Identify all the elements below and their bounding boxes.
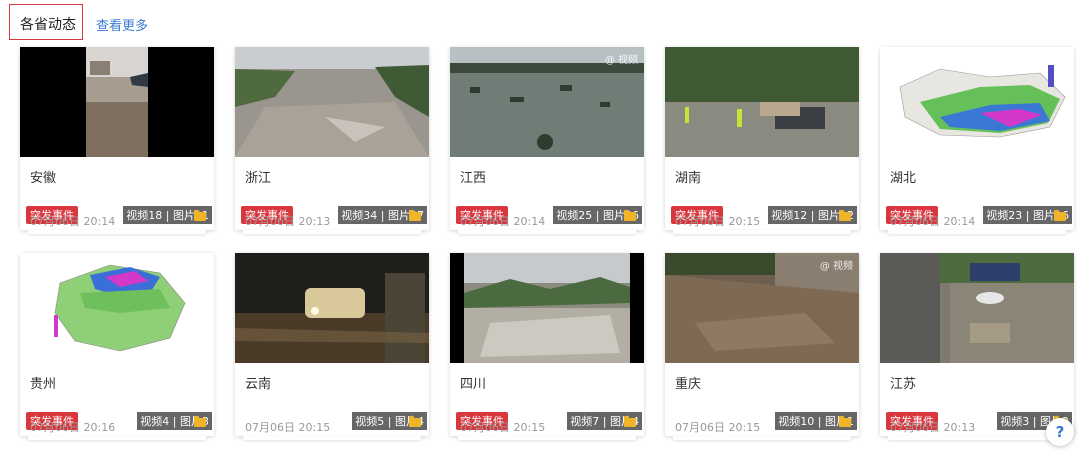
timestamp: 07月06日 20:14: [890, 215, 976, 228]
video-watermark: @ 视频: [604, 55, 638, 66]
card-stack-shadow: [243, 230, 421, 234]
folder-icon[interactable]: [194, 210, 206, 221]
province-name: 江苏: [890, 377, 917, 392]
province-name: 云南: [245, 377, 272, 392]
help-button[interactable]: ?: [1046, 418, 1074, 446]
province-card-anhui[interactable]: 突发事件 视频18 | 图片11 安徽 07月06日 20:14: [20, 47, 214, 234]
card-stack-shadow: [243, 436, 421, 440]
province-name: 安徽: [30, 171, 57, 186]
province-name: 江西: [460, 171, 487, 186]
folder-icon[interactable]: [1054, 210, 1066, 221]
card-thumbnail: [20, 253, 214, 363]
card-thumbnail: [450, 253, 644, 363]
timestamp: 07月06日 20:15: [675, 421, 761, 434]
card-thumbnail: [880, 253, 1074, 363]
folder-icon[interactable]: [194, 416, 206, 427]
province-card-chongqing[interactable]: @ 视频 视频10 | 图片1 重庆 07月06日 20:15: [665, 253, 859, 440]
timestamp: 07月06日 20:14: [30, 215, 116, 228]
province-card-jiangsu[interactable]: 突发事件 视频3 | 图片2 江苏 07月06日 20:13: [880, 253, 1074, 440]
province-card-jiangxi[interactable]: @ 视频 突发事件 视频25 | 图片96 江西 07月06日 20:14: [450, 47, 644, 234]
card-thumbnail: [665, 47, 859, 157]
timestamp: 07月06日 20:13: [245, 215, 331, 228]
timestamp: 07月06日 20:13: [890, 421, 976, 434]
province-name: 湖北: [890, 171, 917, 186]
folder-icon[interactable]: [409, 416, 421, 427]
province-name: 重庆: [675, 377, 702, 392]
province-card-zhejiang[interactable]: 突发事件 视频34 | 图片37 浙江 07月06日 20:13: [235, 47, 429, 234]
province-card-sichuan[interactable]: 突发事件 视频7 | 图片4 四川 07月06日 20:15: [450, 253, 644, 440]
card-thumbnail: [880, 47, 1074, 157]
province-card-yunnan[interactable]: 视频5 | 图片4 云南 07月06日 20:15: [235, 253, 429, 440]
card-stack-shadow: [458, 230, 636, 234]
timestamp: 07月06日 20:16: [30, 421, 116, 434]
province-card-hunan[interactable]: 突发事件 视频12 | 图片12 湖南 07月06日 20:15: [665, 47, 859, 234]
card-stack-shadow: [28, 230, 206, 234]
timestamp: 07月06日 20:15: [460, 421, 546, 434]
card-stack-shadow: [673, 230, 851, 234]
province-name: 四川: [460, 377, 487, 392]
province-name: 湖南: [675, 171, 702, 186]
card-thumbnail: [235, 253, 429, 363]
card-thumbnail: [235, 47, 429, 157]
view-more-link[interactable]: 查看更多: [96, 15, 148, 34]
folder-icon[interactable]: [624, 416, 636, 427]
timestamp: 07月06日 20:15: [675, 215, 761, 228]
folder-icon[interactable]: [839, 416, 851, 427]
section-header: 各省动态 查看更多: [0, 0, 1080, 44]
card-stack-shadow: [888, 230, 1066, 234]
card-thumbnail: [20, 47, 214, 157]
card-stack-shadow: [28, 436, 206, 440]
card-stack-shadow: [673, 436, 851, 440]
card-stack-shadow: [458, 436, 636, 440]
timestamp: 07月06日 20:14: [460, 215, 546, 228]
folder-icon[interactable]: [409, 210, 421, 221]
timestamp: 07月06日 20:15: [245, 421, 331, 434]
province-name: 浙江: [245, 171, 272, 186]
folder-icon[interactable]: [624, 210, 636, 221]
folder-icon[interactable]: [839, 210, 851, 221]
video-watermark: @ 视频: [819, 261, 853, 272]
section-title: 各省动态: [20, 17, 76, 33]
card-stack-shadow: [888, 436, 1066, 440]
province-card-guizhou[interactable]: 突发事件 视频4 | 图片3 贵州 07月06日 20:16: [20, 253, 214, 440]
province-name: 贵州: [30, 377, 57, 392]
province-card-hubei[interactable]: 突发事件 视频23 | 图片16 湖北 07月06日 20:14: [880, 47, 1074, 234]
